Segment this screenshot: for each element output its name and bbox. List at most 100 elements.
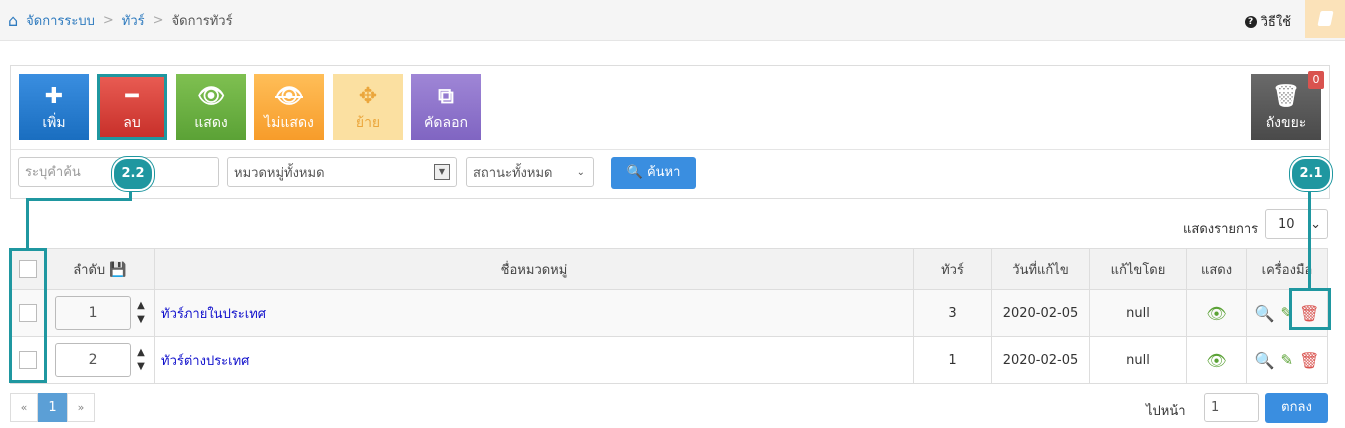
category-value: หมวดหมู่ทั้งหมด bbox=[234, 165, 325, 181]
pagination: « 1 » bbox=[10, 393, 95, 422]
show-entries-label: แสดงรายการ bbox=[1183, 222, 1259, 237]
seq-input[interactable]: 2 bbox=[55, 343, 132, 377]
per-page-value: 10 bbox=[1278, 216, 1295, 232]
tours-header: ทัวร์ bbox=[913, 248, 992, 290]
category-name-link[interactable]: ทัวร์ต่างประเทศ bbox=[154, 336, 914, 384]
chevron-down-icon: ▼ bbox=[434, 164, 450, 180]
seq-stepper[interactable]: ▲ ▼ bbox=[137, 346, 145, 374]
chevron-down-icon: ⌄ bbox=[1310, 216, 1321, 232]
eye-icon[interactable]: 👁 bbox=[1206, 304, 1226, 323]
save-icon[interactable]: 💾 bbox=[109, 262, 126, 278]
eye-icon[interactable]: 👁 bbox=[1206, 351, 1226, 370]
delete-label: ลบ bbox=[123, 115, 141, 131]
tools-header: เครื่องมือ bbox=[1246, 248, 1328, 290]
seq-header-label: ลำดับ bbox=[73, 262, 106, 278]
goto-button[interactable]: ตกลง bbox=[1265, 393, 1328, 423]
tours-cell: 3 bbox=[913, 289, 992, 337]
eye-icon: 👁 bbox=[197, 84, 225, 109]
top-bar: ⌂ จัดการระบบ > ทัวร์ > จัดการทัวร์ ? วิธ… bbox=[0, 0, 1345, 41]
toolbar-panel: ✚ เพิ่ม ━ ลบ 👁 แสดง 👁 ไม่แสดง ✥ ย้าย ⧉ ค… bbox=[10, 65, 1330, 199]
eye-slash-icon: 👁 bbox=[275, 84, 303, 109]
notebook-button[interactable] bbox=[1305, 0, 1345, 38]
seq-header: ลำดับ 💾 bbox=[45, 248, 155, 290]
prev-page-button[interactable]: « bbox=[10, 393, 38, 422]
add-label: เพิ่ม bbox=[42, 115, 66, 131]
caret-up-icon[interactable]: ▲ bbox=[137, 346, 145, 360]
annotation-badge: 2.2 bbox=[112, 157, 154, 191]
search-icon[interactable]: 🔍 bbox=[1255, 351, 1275, 370]
delete-icon-highlight bbox=[1289, 288, 1331, 330]
tours-cell: 1 bbox=[913, 336, 992, 384]
notebook-icon bbox=[1317, 11, 1334, 26]
goto-input[interactable]: 1 bbox=[1204, 393, 1259, 422]
caret-down-icon[interactable]: ▼ bbox=[137, 360, 145, 374]
home-icon[interactable]: ⌂ bbox=[8, 11, 18, 30]
add-button[interactable]: ✚ เพิ่ม bbox=[19, 74, 89, 140]
status-select[interactable]: สถานะทั้งหมด ⌄ bbox=[466, 157, 594, 187]
copy-label: คัดลอก bbox=[424, 115, 468, 131]
annotation-connector bbox=[26, 198, 132, 201]
annotation-badge: 2.1 bbox=[1290, 157, 1332, 191]
page-button[interactable]: 1 bbox=[38, 393, 67, 422]
trash-count-badge: 0 bbox=[1308, 71, 1324, 89]
breadcrumb-separator: > bbox=[102, 12, 114, 28]
annotation-connector bbox=[26, 198, 29, 248]
delete-button[interactable]: ━ ลบ bbox=[97, 74, 167, 140]
breadcrumb-home[interactable]: จัดการระบบ bbox=[26, 10, 95, 31]
move-button[interactable]: ✥ ย้าย bbox=[333, 74, 403, 140]
show-cell: 👁 bbox=[1186, 336, 1247, 384]
chevron-down-icon: ⌄ bbox=[576, 166, 585, 178]
hide-label: ไม่แสดง bbox=[264, 115, 314, 131]
per-page-select[interactable]: 10 ⌄ bbox=[1265, 209, 1328, 239]
show-cell: 👁 bbox=[1186, 289, 1247, 337]
seq-stepper[interactable]: ▲ ▼ bbox=[137, 299, 145, 327]
trash-icon[interactable]: 🗑 bbox=[1299, 351, 1319, 370]
breadcrumb-section[interactable]: ทัวร์ bbox=[122, 10, 145, 31]
copy-icon: ⧉ bbox=[438, 84, 454, 109]
show-header: แสดง bbox=[1186, 248, 1247, 290]
search-icon[interactable]: 🔍 bbox=[1255, 304, 1275, 323]
seq-cell: 1 ▲ ▼ bbox=[45, 289, 155, 337]
move-arrows-icon: ✥ bbox=[358, 84, 378, 109]
question-icon: ? bbox=[1244, 15, 1257, 28]
checkbox-column-highlight bbox=[9, 248, 47, 383]
caret-down-icon[interactable]: ▼ bbox=[137, 313, 145, 327]
minus-icon: ━ bbox=[125, 84, 139, 109]
breadcrumb-current: จัดการทัวร์ bbox=[171, 13, 233, 29]
table-header-row: ลำดับ 💾 ชื่อหมวดหมู่ ทัวร์ วันที่แก้ไข แ… bbox=[10, 248, 1328, 290]
annotation-connector bbox=[1308, 186, 1311, 288]
date-header: วันที่แก้ไข bbox=[991, 248, 1090, 290]
table-row: 1 ▲ ▼ ทัวร์ภายในประเทศ 3 2020-02-05 null 👁… bbox=[10, 289, 1328, 337]
pencil-icon[interactable]: ✎ bbox=[1281, 351, 1294, 369]
by-cell: null bbox=[1089, 336, 1187, 384]
hide-button[interactable]: 👁 ไม่แสดง bbox=[254, 74, 324, 140]
show-button[interactable]: 👁 แสดง bbox=[176, 74, 246, 140]
tools-cell: 🔍 ✎ 🗑 bbox=[1246, 336, 1328, 384]
plus-icon: ✚ bbox=[44, 84, 64, 109]
by-header: แก้ไขโดย bbox=[1089, 248, 1187, 290]
date-cell: 2020-02-05 bbox=[991, 289, 1090, 337]
show-label: แสดง bbox=[194, 115, 228, 131]
search-button-label: ค้นหา bbox=[646, 165, 681, 180]
seq-input[interactable]: 1 bbox=[55, 296, 132, 330]
category-name-link[interactable]: ทัวร์ภายในประเทศ bbox=[154, 289, 914, 337]
help-link[interactable]: ? วิธีใช้ bbox=[1244, 11, 1291, 32]
table-row: 2 ▲ ▼ ทัวร์ต่างประเทศ 1 2020-02-05 null 👁 … bbox=[10, 336, 1328, 384]
search-button[interactable]: 🔍 ค้นหา bbox=[611, 157, 696, 189]
status-value: สถานะทั้งหมด bbox=[473, 165, 553, 181]
category-table: ลำดับ 💾 ชื่อหมวดหมู่ ทัวร์ วันที่แก้ไข แ… bbox=[10, 248, 1328, 384]
search-icon: 🔍 bbox=[626, 165, 643, 180]
next-page-button[interactable]: » bbox=[67, 393, 95, 422]
seq-cell: 2 ▲ ▼ bbox=[45, 336, 155, 384]
divider bbox=[11, 149, 1329, 150]
goto-label: ไปหน้า bbox=[1146, 404, 1186, 419]
name-header: ชื่อหมวดหมู่ bbox=[154, 248, 914, 290]
copy-button[interactable]: ⧉ คัดลอก bbox=[411, 74, 481, 140]
move-label: ย้าย bbox=[355, 115, 381, 131]
date-cell: 2020-02-05 bbox=[991, 336, 1090, 384]
by-cell: null bbox=[1089, 289, 1187, 337]
breadcrumb: ⌂ จัดการระบบ > ทัวร์ > จัดการทัวร์ bbox=[8, 0, 233, 40]
caret-up-icon[interactable]: ▲ bbox=[137, 299, 145, 313]
breadcrumb-separator: > bbox=[152, 12, 164, 28]
category-select[interactable]: หมวดหมู่ทั้งหมด ▼ bbox=[227, 157, 457, 187]
